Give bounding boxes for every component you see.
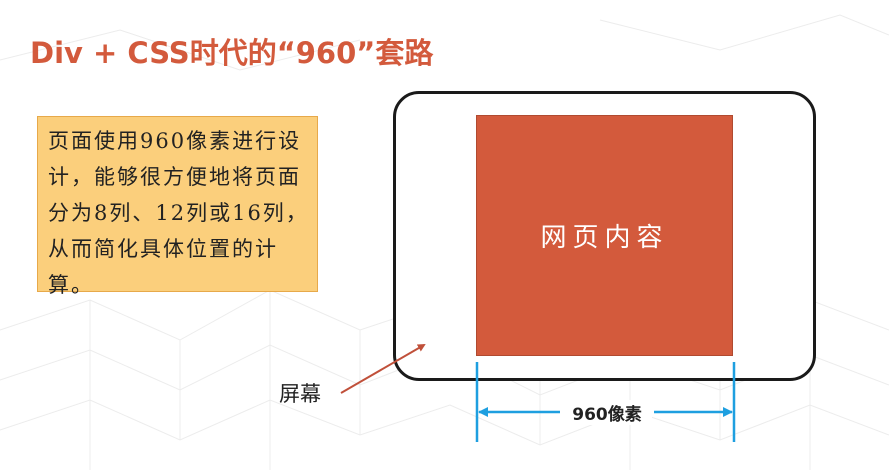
note-box: 页面使用960像素进行设计，能够很方便地将页面分为8列、12列或16列，从而简化…	[37, 116, 318, 297]
page-content-box: 网页内容	[476, 115, 733, 356]
note-text: 页面使用960像素进行设计，能够很方便地将页面分为8列、12列或16列，从而简化…	[48, 129, 309, 297]
screen-label: 屏幕	[279, 382, 321, 406]
width-dimension-label: 960像素	[562, 400, 652, 425]
page-content-label: 网页内容	[540, 223, 669, 253]
slide-title: Div + CSS时代的“960”套路	[30, 36, 434, 70]
